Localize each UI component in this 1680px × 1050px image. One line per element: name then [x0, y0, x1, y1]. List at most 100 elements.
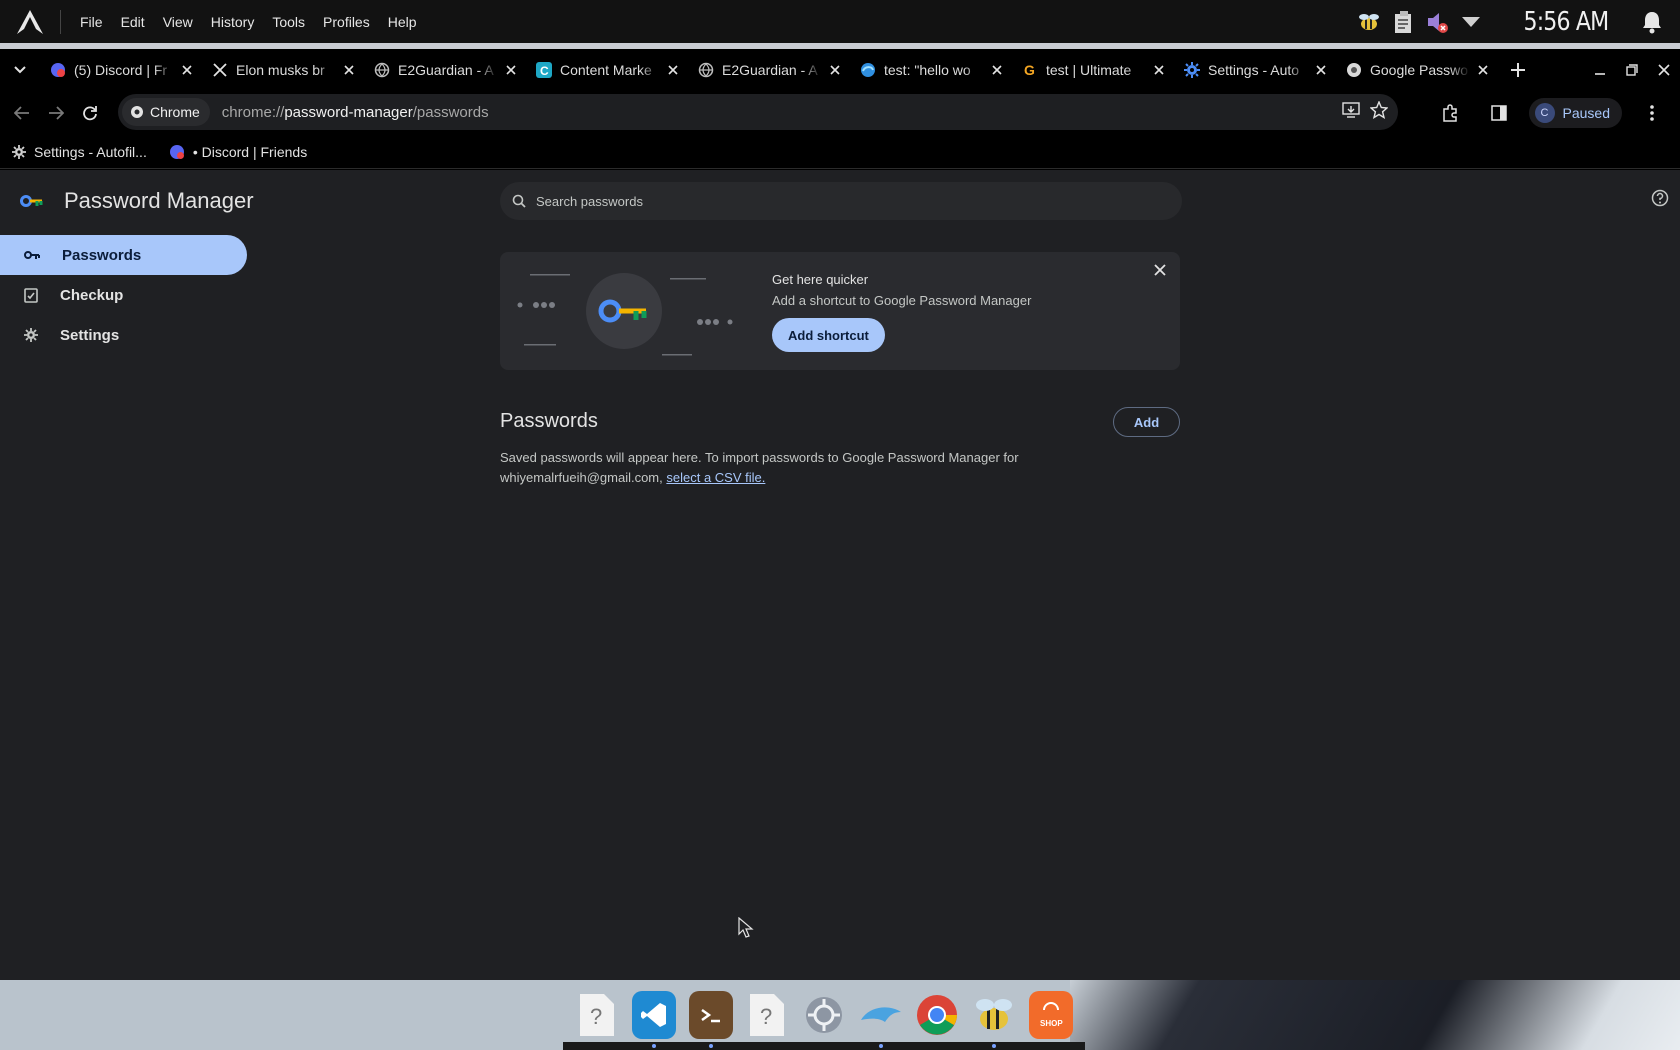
search-input[interactable]: [536, 193, 1136, 209]
tab-e2guardian-2[interactable]: E2Guardian - A: [688, 53, 850, 87]
window-controls: [1584, 54, 1680, 86]
sidebar-item-passwords[interactable]: Passwords: [0, 235, 247, 275]
desktop-dock-area: ? ? SHOP: [0, 980, 1680, 1050]
dolphin-icon[interactable]: [859, 991, 903, 1048]
shortcut-promo-card: Get here quicker Add a shortcut to Googl…: [500, 252, 1180, 370]
tab-close-icon[interactable]: [1150, 61, 1168, 79]
g-icon: G: [1022, 62, 1038, 78]
notification-bell-icon[interactable]: [1638, 8, 1666, 36]
tray-expand-icon[interactable]: [1458, 9, 1484, 35]
profile-button[interactable]: C Paused: [1528, 98, 1622, 128]
kebab-menu-icon[interactable]: [1636, 97, 1668, 129]
chrome-icon[interactable]: [915, 991, 959, 1039]
unknown-file-icon[interactable]: ?: [745, 991, 789, 1039]
back-arrow-icon[interactable]: [6, 97, 38, 129]
add-password-button[interactable]: Add: [1113, 407, 1180, 437]
tab-google-password-manager[interactable]: Google Passwo: [1336, 53, 1498, 87]
address-bar[interactable]: Chrome chrome://password-manager/passwor…: [118, 94, 1398, 130]
tab-title: test | Ultimate: [1046, 62, 1132, 78]
password-manager-page: Password Manager Passwords Checkup Setti…: [0, 170, 1680, 980]
key-icon: [24, 251, 40, 259]
forward-arrow-icon[interactable]: [40, 97, 72, 129]
tab-close-icon[interactable]: [502, 61, 520, 79]
tab-title: (5) Discord | Fr: [74, 62, 168, 78]
sidebar-item-label: Passwords: [62, 246, 142, 264]
tab-close-icon[interactable]: [1474, 61, 1492, 79]
svg-text:?: ?: [590, 1004, 602, 1029]
tab-title: Content Marke: [560, 62, 652, 78]
bookmark-star-icon[interactable]: [1369, 99, 1389, 124]
settings-icon[interactable]: [802, 991, 846, 1039]
tab-test-ultimate[interactable]: G test | Ultimate: [1012, 53, 1174, 87]
restore-icon[interactable]: [1616, 54, 1648, 86]
chrome-site-chip[interactable]: Chrome: [122, 98, 210, 126]
toolbar-right: C Paused: [1427, 91, 1680, 135]
tab-close-icon[interactable]: [178, 61, 196, 79]
chrome-icon: [131, 106, 143, 118]
discord-icon: [50, 62, 66, 78]
select-csv-link[interactable]: select a CSV file.: [666, 470, 765, 485]
tab-content-marketing[interactable]: C Content Marke: [526, 53, 688, 87]
tab-e2guardian-1[interactable]: E2Guardian - A: [364, 53, 526, 87]
close-icon[interactable]: [1148, 258, 1172, 282]
side-panel-icon[interactable]: [1483, 97, 1515, 129]
install-app-icon[interactable]: [1342, 101, 1360, 123]
promo-illustration: [517, 273, 733, 356]
passwords-section-title: Passwords: [500, 410, 598, 432]
passwords-empty-text: Saved passwords will appear here. To imp…: [500, 448, 1060, 488]
menu-help[interactable]: Help: [379, 14, 426, 30]
terminal-icon[interactable]: [688, 991, 733, 1048]
promo-text: Get here quicker Add a shortcut to Googl…: [772, 272, 1031, 308]
promo-heading: Get here quicker: [772, 272, 869, 287]
shop-label: SHOP: [1040, 1019, 1063, 1028]
close-window-icon[interactable]: [1648, 54, 1680, 86]
menu-edit[interactable]: Edit: [112, 14, 154, 30]
edge-icon: [860, 62, 876, 78]
x-icon: [212, 62, 228, 78]
wallpaper: [1070, 980, 1680, 1050]
menu-view[interactable]: View: [154, 14, 202, 30]
bookmark-settings-autofill[interactable]: Settings - Autofil...: [12, 144, 147, 160]
bee-icon[interactable]: [972, 991, 1016, 1048]
bee-tray-icon[interactable]: [1356, 9, 1382, 35]
password-manager-logo-icon: [20, 195, 43, 207]
tab-x[interactable]: Elon musks br: [202, 53, 364, 87]
sidebar-item-checkup[interactable]: Checkup: [0, 275, 250, 315]
menu-profiles[interactable]: Profiles: [314, 14, 379, 30]
menu-file[interactable]: File: [71, 14, 112, 30]
menu-history[interactable]: History: [202, 14, 264, 30]
volume-muted-icon[interactable]: [1424, 9, 1450, 35]
tab-close-icon[interactable]: [340, 61, 358, 79]
system-menubar: File Edit View History Tools Profiles He…: [0, 0, 1680, 44]
tab-search-chevron-icon[interactable]: [0, 49, 40, 91]
mouse-pointer-icon: [738, 917, 754, 938]
help-icon[interactable]: [1650, 188, 1670, 208]
tab-settings-autofill[interactable]: Settings - Auto: [1174, 53, 1336, 87]
clipboard-tray-icon[interactable]: [1390, 9, 1416, 35]
bookmark-discord-friends[interactable]: • Discord | Friends: [169, 144, 307, 160]
arch-logo-icon[interactable]: [0, 0, 60, 44]
tab-close-icon[interactable]: [1312, 61, 1330, 79]
chrome-icon: [1346, 62, 1362, 78]
add-shortcut-button[interactable]: Add shortcut: [772, 318, 885, 352]
unknown-file-icon[interactable]: ?: [575, 991, 619, 1039]
reload-icon[interactable]: [74, 97, 106, 129]
new-tab-plus-icon[interactable]: [1500, 53, 1536, 87]
gear-icon: [1184, 62, 1200, 78]
shop-icon[interactable]: SHOP: [1028, 991, 1073, 1039]
tab-discord[interactable]: (5) Discord | Fr: [40, 53, 202, 87]
extensions-puzzle-icon[interactable]: [1435, 97, 1467, 129]
running-indicator: [991, 1044, 996, 1048]
sidebar-item-settings[interactable]: Settings: [0, 315, 250, 355]
tab-close-icon[interactable]: [826, 61, 844, 79]
clock[interactable]: 5:56 AM: [1524, 7, 1610, 37]
tab-close-icon[interactable]: [664, 61, 682, 79]
browser-toolbar: Chrome chrome://password-manager/passwor…: [0, 91, 1680, 135]
vscode-icon[interactable]: [631, 991, 676, 1048]
search-box[interactable]: [500, 182, 1182, 220]
minimize-icon[interactable]: [1584, 54, 1616, 86]
menu-tools[interactable]: Tools: [263, 14, 314, 30]
url-text[interactable]: chrome://password-manager/passwords: [222, 104, 489, 121]
tab-close-icon[interactable]: [988, 61, 1006, 79]
tab-test-hello[interactable]: test: "hello wo: [850, 53, 1012, 87]
